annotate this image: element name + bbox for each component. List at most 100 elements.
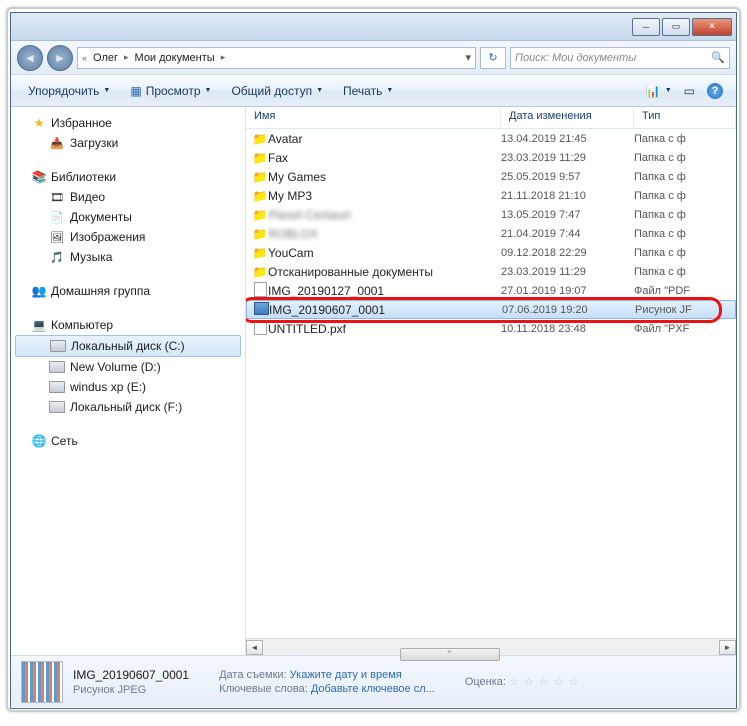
preview-pane-button[interactable]: ▭ [679,81,700,101]
sidebar-drive-d[interactable]: New Volume (D:) [11,357,245,377]
file-date: 23.03.2019 11:29 [501,152,634,164]
breadcrumb[interactable]: « Олег ▸ Мои документы ▸ ▾ [77,47,476,69]
details-subtitle: Рисунок JPEG [73,684,189,696]
file-row[interactable]: My Games25.05.2019 9:57Папка с ф [246,167,736,186]
folder-icon [246,189,268,203]
details-kw-value[interactable]: Добавьте ключевое сл... [311,683,435,695]
file-row[interactable]: IMG_20190127_000127.01.2019 19:07Файл "P… [246,281,736,300]
file-name: YouCam [268,246,501,260]
sidebar-pictures[interactable]: 🖼Изображения [11,227,245,247]
file-name: UNTITLED.pxf [268,322,501,336]
file-name: Отсканированные документы [268,265,501,279]
explorer-window: ─ ▭ ✕ ◄ ► « Олег ▸ Мои документы ▸ ▾ ↻ П… [10,12,737,709]
thumbnail [21,661,63,703]
file-row[interactable]: UNTITLED.pxf10.11.2018 23:48Файл "PXF [246,319,736,338]
sidebar-homegroup[interactable]: 👥Домашняя группа [11,281,245,301]
horizontal-scrollbar[interactable]: ◄ ≡ ► [246,638,736,655]
details-shot-value[interactable]: Укажите дату и время [290,669,402,681]
file-type: Файл "PXF [634,323,736,335]
file-row[interactable]: Отсканированные документы23.03.2019 11:2… [246,262,736,281]
scroll-left-icon[interactable]: ◄ [246,640,263,655]
file-row[interactable]: My MP321.11.2018 21:10Папка с ф [246,186,736,205]
back-button[interactable]: ◄ [17,45,43,71]
libraries-icon: 📚 [31,169,47,185]
col-date[interactable]: Дата изменения [501,107,634,128]
star-icon: ★ [31,115,47,131]
drive-icon [49,379,65,395]
minimize-button[interactable]: ─ [632,18,660,36]
video-icon: 🎞 [49,189,65,205]
file-type: Папка с ф [634,152,736,164]
file-row[interactable]: Planet Centauri13.05.2019 7:47Папка с ф [246,205,736,224]
organize-button[interactable]: Упорядочить▼ [19,80,119,102]
file-row[interactable]: YouCam09.12.2018 22:29Папка с ф [246,243,736,262]
details-kw-label: Ключевые слова: [219,683,308,695]
rating-stars[interactable]: ☆ ☆ ☆ ☆ ☆ [509,676,580,688]
details-title: IMG_20190607_0001 [73,668,189,682]
sidebar-videos[interactable]: 🎞Видео [11,187,245,207]
scroll-right-icon[interactable]: ► [719,640,736,655]
doc-icon [246,320,268,338]
folder-icon [246,246,268,260]
file-type: Файл "PDF [634,285,736,297]
view-button[interactable]: 📊▼ [641,81,677,101]
sidebar-drive-c[interactable]: Локальный диск (C:) [15,335,241,357]
preview-button[interactable]: ▦Просмотр▼ [121,80,220,102]
breadcrumb-chevron-icon: « [82,53,87,63]
folder-icon [246,208,268,222]
sidebar-music[interactable]: 🎵Музыка [11,247,245,267]
print-button[interactable]: Печать▼ [334,80,402,102]
refresh-button[interactable]: ↻ [480,47,506,69]
sidebar-network[interactable]: 🌐Сеть [11,431,245,451]
doc-icon [246,282,268,300]
file-type: Папка с ф [634,133,736,145]
file-type: Рисунок JF [635,304,735,316]
file-type: Папка с ф [634,247,736,259]
file-date: 25.05.2019 9:57 [501,171,634,183]
search-placeholder: Поиск: Мои документы [515,52,636,64]
pictures-icon: 🖼 [49,229,65,245]
details-shot-label: Дата съемки: [219,669,286,681]
breadcrumb-arrow-icon: ▸ [124,52,129,63]
col-name[interactable]: Имя [246,107,501,128]
sidebar-computer[interactable]: 💻Компьютер [11,315,245,335]
file-row[interactable]: IMG_20190607_000107.06.2019 19:20Рисунок… [246,300,736,319]
file-type: Папка с ф [634,266,736,278]
sidebar-downloads[interactable]: 📥Загрузки [11,133,245,153]
sidebar-drive-f[interactable]: Локальный диск (F:) [11,397,245,417]
file-date: 13.05.2019 7:47 [501,209,634,221]
folder-icon [246,132,268,146]
help-icon: ? [707,83,723,99]
search-icon: 🔍 [711,51,725,64]
breadcrumb-dropdown-icon[interactable]: ▾ [465,51,471,64]
close-button[interactable]: ✕ [692,18,732,36]
help-button[interactable]: ? [702,80,728,102]
document-icon: 📄 [49,209,65,225]
scroll-thumb[interactable]: ≡ [400,648,500,661]
breadcrumb-seg[interactable]: Олег [89,52,122,64]
file-row[interactable]: Fax23.03.2019 11:29Папка с ф [246,148,736,167]
file-row[interactable]: Avatar13.04.2019 21:45Папка с ф [246,129,736,148]
search-input[interactable]: Поиск: Мои документы 🔍 [510,47,730,69]
network-icon: 🌐 [31,433,47,449]
file-name: ROBLOX [268,227,501,241]
forward-button[interactable]: ► [47,45,73,71]
file-list[interactable]: Avatar13.04.2019 21:45Папка с фFax23.03.… [246,129,736,638]
titlebar: ─ ▭ ✕ [11,13,736,41]
folder-icon [246,265,268,279]
maximize-button[interactable]: ▭ [662,18,690,36]
breadcrumb-seg[interactable]: Мои документы [131,52,219,64]
homegroup-icon: 👥 [31,283,47,299]
sidebar-documents[interactable]: 📄Документы [11,207,245,227]
file-type: Папка с ф [634,171,736,183]
sidebar-favorites[interactable]: ★Избранное [11,113,245,133]
file-date: 27.01.2019 19:07 [501,285,634,297]
file-date: 21.11.2018 21:10 [501,190,634,202]
col-type[interactable]: Тип [634,107,736,128]
file-name: Avatar [268,132,501,146]
sidebar-drive-e[interactable]: windus xp (E:) [11,377,245,397]
share-button[interactable]: Общий доступ▼ [222,80,332,102]
sidebar-libraries[interactable]: 📚Библиотеки [11,167,245,187]
file-row[interactable]: ROBLOX21.04.2019 7:44Папка с ф [246,224,736,243]
file-date: 23.03.2019 11:29 [501,266,634,278]
